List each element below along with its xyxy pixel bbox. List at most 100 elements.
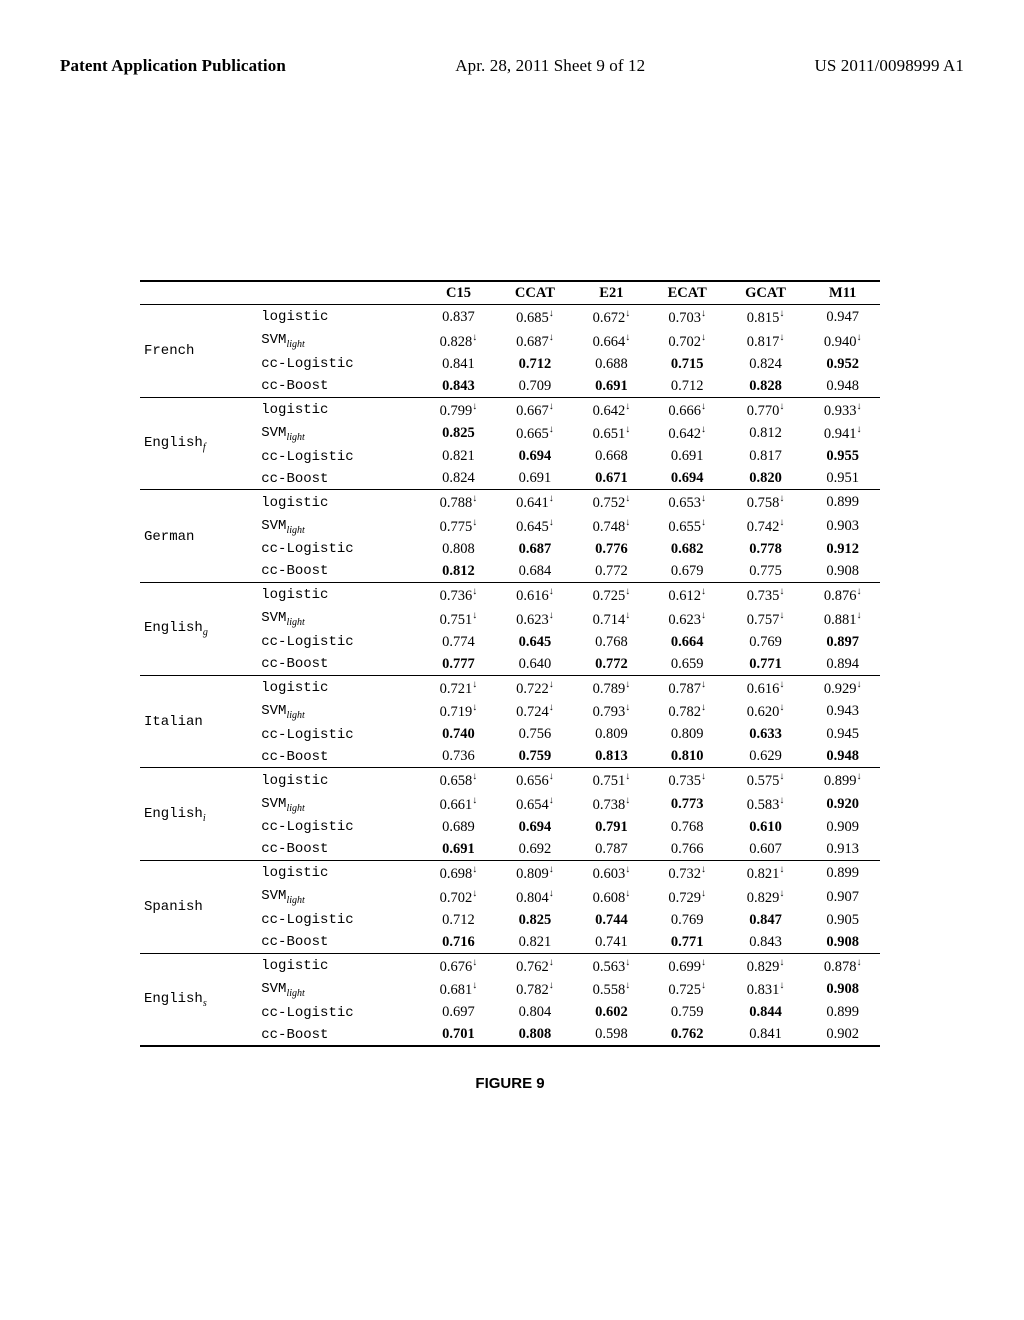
value-cell: 0.744 bbox=[574, 909, 649, 931]
value-cell: 0.751↓ bbox=[421, 607, 496, 631]
value-cell: 0.909 bbox=[805, 816, 880, 838]
value-cell: 0.694 bbox=[496, 816, 574, 838]
value-cell: 0.787↓ bbox=[649, 675, 726, 699]
value-cell: 0.751↓ bbox=[574, 768, 649, 792]
value-cell: 0.684 bbox=[496, 560, 574, 583]
value-cell: 0.948 bbox=[805, 375, 880, 398]
value-cell: 0.813 bbox=[574, 745, 649, 768]
method-cell: cc-Boost bbox=[257, 1023, 421, 1046]
method-cell: logistic bbox=[257, 675, 421, 699]
value-cell: 0.899↓ bbox=[805, 768, 880, 792]
value-cell: 0.664 bbox=[649, 631, 726, 653]
method-cell: SVMlight bbox=[257, 977, 421, 1001]
value-cell: 0.722↓ bbox=[496, 675, 574, 699]
value-cell: 0.692 bbox=[496, 838, 574, 861]
value-cell: 0.616↓ bbox=[726, 675, 806, 699]
value-cell: 0.616↓ bbox=[496, 582, 574, 606]
table-row: Englishflogistic0.799↓0.667↓0.642↓0.666↓… bbox=[140, 397, 880, 421]
value-cell: 0.691 bbox=[496, 467, 574, 490]
value-cell: 0.903 bbox=[805, 514, 880, 538]
value-cell: 0.843 bbox=[726, 931, 806, 954]
value-cell: 0.741 bbox=[574, 931, 649, 954]
value-cell: 0.821 bbox=[421, 445, 496, 467]
value-cell: 0.771 bbox=[649, 931, 726, 954]
method-cell: logistic bbox=[257, 305, 421, 329]
value-cell: 0.769 bbox=[726, 631, 806, 653]
value-cell: 0.671 bbox=[574, 467, 649, 490]
value-cell: 0.948 bbox=[805, 745, 880, 768]
table-row: Englishilogistic0.658↓0.656↓0.751↓0.735↓… bbox=[140, 768, 880, 792]
value-cell: 0.607 bbox=[726, 838, 806, 861]
lang-cell: Englishg bbox=[140, 582, 257, 675]
value-cell: 0.770↓ bbox=[726, 397, 806, 421]
value-cell: 0.758↓ bbox=[726, 490, 806, 514]
value-cell: 0.825 bbox=[496, 909, 574, 931]
method-cell: logistic bbox=[257, 397, 421, 421]
value-cell: 0.943 bbox=[805, 699, 880, 723]
value-cell: 0.817↓ bbox=[726, 329, 806, 353]
value-cell: 0.766 bbox=[649, 838, 726, 861]
value-cell: 0.940↓ bbox=[805, 329, 880, 353]
value-cell: 0.687 bbox=[496, 538, 574, 560]
value-cell: 0.876↓ bbox=[805, 582, 880, 606]
value-cell: 0.642↓ bbox=[649, 421, 726, 445]
value-cell: 0.558↓ bbox=[574, 977, 649, 1001]
value-cell: 0.629 bbox=[726, 745, 806, 768]
value-cell: 0.701 bbox=[421, 1023, 496, 1046]
table-row: Germanlogistic0.788↓0.641↓0.752↓0.653↓0.… bbox=[140, 490, 880, 514]
value-cell: 0.757↓ bbox=[726, 607, 806, 631]
value-cell: 0.912 bbox=[805, 538, 880, 560]
value-cell: 0.791 bbox=[574, 816, 649, 838]
value-cell: 0.809 bbox=[649, 723, 726, 745]
value-cell: 0.782↓ bbox=[496, 977, 574, 1001]
value-cell: 0.712 bbox=[649, 375, 726, 398]
value-cell: 0.899 bbox=[805, 1001, 880, 1023]
value-cell: 0.810 bbox=[649, 745, 726, 768]
value-cell: 0.691 bbox=[649, 445, 726, 467]
value-cell: 0.809 bbox=[574, 723, 649, 745]
value-cell: 0.777 bbox=[421, 653, 496, 676]
table-row: Englishslogistic0.676↓0.762↓0.563↓0.699↓… bbox=[140, 953, 880, 977]
value-cell: 0.825 bbox=[421, 421, 496, 445]
value-cell: 0.665↓ bbox=[496, 421, 574, 445]
value-cell: 0.668 bbox=[574, 445, 649, 467]
method-cell: cc-Logistic bbox=[257, 353, 421, 375]
method-cell: logistic bbox=[257, 768, 421, 792]
value-cell: 0.808 bbox=[496, 1023, 574, 1046]
value-cell: 0.817 bbox=[726, 445, 806, 467]
value-cell: 0.899 bbox=[805, 860, 880, 884]
value-cell: 0.769 bbox=[649, 909, 726, 931]
value-cell: 0.821↓ bbox=[726, 860, 806, 884]
value-cell: 0.712 bbox=[421, 909, 496, 931]
lang-cell: Englishf bbox=[140, 397, 257, 490]
value-cell: 0.941↓ bbox=[805, 421, 880, 445]
value-cell: 0.768 bbox=[574, 631, 649, 653]
value-cell: 0.812 bbox=[726, 421, 806, 445]
value-cell: 0.782↓ bbox=[649, 699, 726, 723]
value-cell: 0.583↓ bbox=[726, 792, 806, 816]
method-cell: logistic bbox=[257, 490, 421, 514]
value-cell: 0.841 bbox=[726, 1023, 806, 1046]
table-row: Italianlogistic0.721↓0.722↓0.789↓0.787↓0… bbox=[140, 675, 880, 699]
value-cell: 0.878↓ bbox=[805, 953, 880, 977]
value-cell: 0.682 bbox=[649, 538, 726, 560]
method-cell: cc-Boost bbox=[257, 560, 421, 583]
value-cell: 0.844 bbox=[726, 1001, 806, 1023]
value-cell: 0.929↓ bbox=[805, 675, 880, 699]
value-cell: 0.768 bbox=[649, 816, 726, 838]
value-cell: 0.902 bbox=[805, 1023, 880, 1046]
value-cell: 0.913 bbox=[805, 838, 880, 861]
value-cell: 0.688 bbox=[574, 353, 649, 375]
value-cell: 0.824 bbox=[421, 467, 496, 490]
value-cell: 0.828 bbox=[726, 375, 806, 398]
value-cell: 0.778 bbox=[726, 538, 806, 560]
value-cell: 0.725↓ bbox=[574, 582, 649, 606]
value-cell: 0.697 bbox=[421, 1001, 496, 1023]
value-cell: 0.772 bbox=[574, 560, 649, 583]
value-cell: 0.847 bbox=[726, 909, 806, 931]
method-cell: cc-Boost bbox=[257, 467, 421, 490]
value-cell: 0.955 bbox=[805, 445, 880, 467]
value-cell: 0.651↓ bbox=[574, 421, 649, 445]
value-cell: 0.714↓ bbox=[574, 607, 649, 631]
method-cell: SVMlight bbox=[257, 607, 421, 631]
